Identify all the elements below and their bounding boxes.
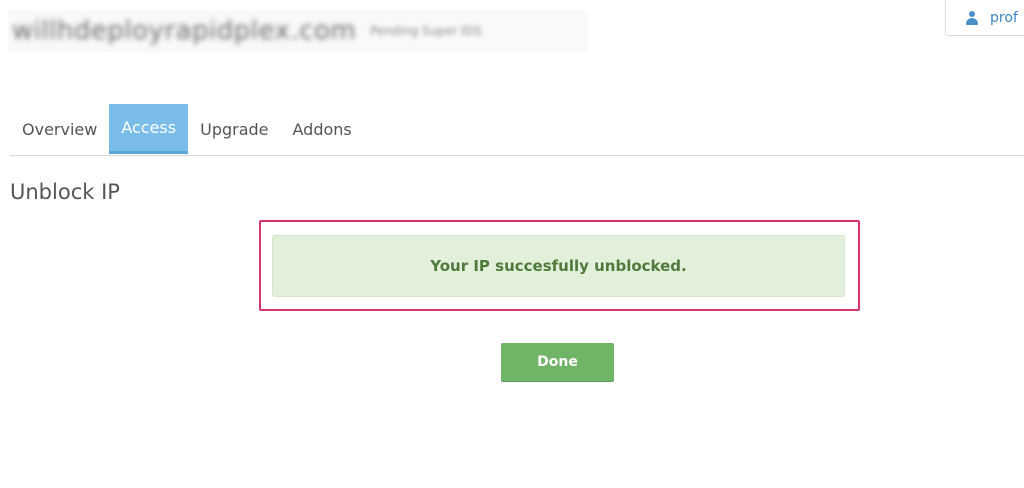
tab-addons[interactable]: Addons bbox=[281, 104, 364, 154]
profile-label: prof bbox=[990, 9, 1018, 26]
site-title: willhdeployrapidplex.com Pending Super I… bbox=[8, 10, 588, 52]
tab-bar: Overview Access Upgrade Addons bbox=[10, 104, 1024, 156]
section-title: Unblock IP bbox=[10, 180, 120, 204]
site-domain: willhdeployrapidplex.com bbox=[12, 16, 357, 46]
success-alert: Your IP succesfully unblocked. bbox=[272, 235, 845, 297]
tab-upgrade[interactable]: Upgrade bbox=[188, 104, 280, 154]
header: willhdeployrapidplex.com Pending Super I… bbox=[0, 0, 1024, 70]
tab-access[interactable]: Access bbox=[109, 104, 189, 154]
alert-message: Your IP succesfully unblocked. bbox=[430, 257, 687, 275]
done-button[interactable]: Done bbox=[501, 343, 614, 381]
user-icon bbox=[966, 10, 978, 25]
page: willhdeployrapidplex.com Pending Super I… bbox=[0, 0, 1024, 488]
site-status: Pending Super IDS bbox=[370, 24, 482, 38]
tab-overview[interactable]: Overview bbox=[10, 104, 109, 154]
profile-button[interactable]: prof bbox=[945, 0, 1024, 36]
